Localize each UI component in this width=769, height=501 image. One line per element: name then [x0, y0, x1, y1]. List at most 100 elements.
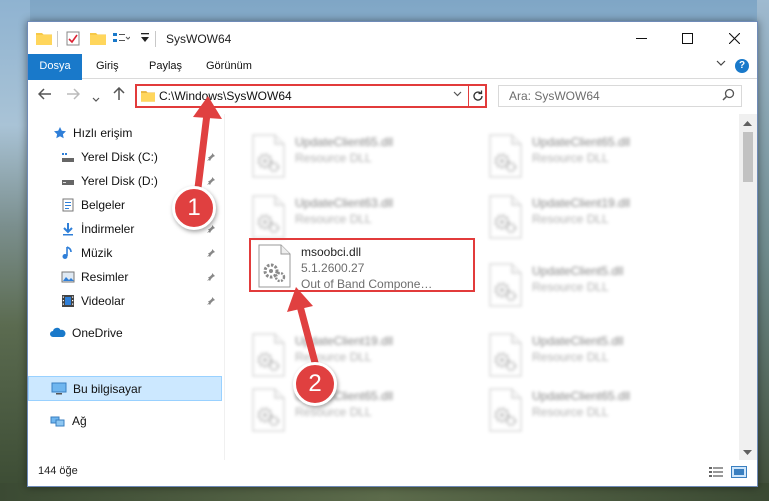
close-icon: [728, 32, 740, 44]
file-item[interactable]: UpdateClient19.dll Resource DLL: [245, 329, 471, 383]
expand-ribbon-icon[interactable]: [716, 58, 726, 71]
recent-locations-button[interactable]: [92, 91, 100, 108]
nav-label: Ağ: [72, 414, 87, 428]
view-options-icon[interactable]: [112, 31, 131, 48]
nav-label: Resimler: [81, 270, 129, 284]
nav-label: Bu bilgisayar: [73, 382, 142, 396]
up-button[interactable]: [112, 86, 126, 105]
dll-file-icon: [488, 388, 522, 432]
help-button[interactable]: ?: [735, 59, 749, 73]
scroll-down-icon[interactable]: [743, 448, 752, 458]
file-description: Resource DLL: [532, 405, 609, 419]
pin-icon[interactable]: [206, 175, 216, 185]
file-name: UpdateClient65.dll: [295, 135, 394, 149]
nav-label: İndirmeler: [81, 222, 135, 236]
navigation-pane: Hızlı erişim Yerel Disk (C:) Yerel Disk …: [28, 114, 224, 460]
refresh-icon: [473, 90, 483, 101]
file-item[interactable]: UpdateClient5.dll Resource DLL: [482, 259, 708, 313]
file-item[interactable]: UpdateClient5.dll Resource DLL: [482, 329, 708, 383]
forward-arrow-icon: [67, 88, 81, 100]
desktop-background-left: [0, 0, 30, 501]
nav-label: Müzik: [81, 246, 113, 260]
dll-file-icon: [488, 263, 522, 307]
drive-icon: [61, 174, 75, 188]
file-name: UpdateClient19.dll: [532, 196, 631, 210]
dll-file-icon: [251, 333, 285, 377]
scrollbar-thumb[interactable]: [743, 132, 753, 182]
folder-icon[interactable]: [36, 31, 52, 48]
forward-button[interactable]: [66, 87, 81, 105]
navigation-bar: C:\Windows\SysWOW64 Ara: SysWOW64: [28, 80, 757, 114]
tab-share[interactable]: Paylaş: [139, 54, 192, 78]
tab-home[interactable]: Giriş: [86, 54, 129, 78]
nav-item-local-disk-c[interactable]: Yerel Disk (C:): [28, 145, 222, 169]
ribbon-tabs: Dosya Giriş Paylaş Görünüm ?: [28, 54, 757, 108]
file-list: UpdateClient65.dll Resource DLL UpdateClie…: [225, 114, 739, 460]
scroll-up-icon[interactable]: [743, 118, 752, 128]
nav-label: Yerel Disk (C:): [81, 150, 158, 164]
new-folder-icon[interactable]: [90, 31, 106, 48]
pin-icon[interactable]: [206, 295, 216, 305]
folder-icon: [141, 89, 155, 105]
explorer-window: SysWOW64 Dosya Giriş Paylaş Görünüm ? C:…: [27, 21, 758, 487]
details-view-icon[interactable]: [709, 466, 723, 478]
nav-label: Hızlı erişim: [73, 126, 133, 140]
vertical-scrollbar[interactable]: [739, 114, 757, 460]
file-item[interactable]: UpdateClient65.dll Resource DLL: [245, 384, 471, 438]
file-name: msoobci.dll: [301, 245, 362, 259]
address-path: C:\Windows\SysWOW64: [159, 89, 292, 103]
search-placeholder: Ara: SysWOW64: [509, 89, 600, 103]
file-name: UpdateClient65.dll: [532, 389, 631, 403]
file-description: Out of Band Compone…: [301, 277, 433, 291]
computer-icon: [51, 382, 67, 396]
file-description: Resource DLL: [532, 151, 609, 165]
window-title: SysWOW64: [166, 32, 232, 46]
up-arrow-icon: [113, 86, 125, 100]
pin-icon[interactable]: [206, 151, 216, 161]
dll-file-icon: [488, 134, 522, 178]
properties-icon[interactable]: [66, 31, 80, 49]
large-icons-view-icon[interactable]: [731, 466, 747, 478]
file-description: Resource DLL: [532, 350, 609, 364]
file-item[interactable]: UpdateClient65.dll Resource DLL: [245, 130, 471, 184]
tab-view[interactable]: Görünüm: [196, 54, 262, 78]
chevron-down-icon: [92, 97, 100, 102]
back-button[interactable]: [37, 87, 52, 105]
file-item-selected[interactable]: msoobci.dll 5.1.2600.27 Out of Band Compon…: [249, 238, 475, 292]
nav-item-network[interactable]: Ağ: [28, 409, 222, 433]
nav-item-videos[interactable]: Videolar: [28, 289, 222, 313]
dll-file-icon: [488, 333, 522, 377]
maximize-icon: [681, 32, 693, 44]
nav-item-music[interactable]: Müzik: [28, 241, 222, 265]
file-item[interactable]: UpdateClient65.dll Resource DLL: [482, 384, 708, 438]
address-bar[interactable]: C:\Windows\SysWOW64: [135, 84, 487, 108]
search-box[interactable]: Ara: SysWOW64: [498, 85, 742, 107]
file-item[interactable]: UpdateClient63.dll Resource DLL: [245, 191, 471, 245]
nav-item-onedrive[interactable]: OneDrive: [28, 321, 222, 345]
nav-label: Yerel Disk (D:): [81, 174, 158, 188]
nav-item-pictures[interactable]: Resimler: [28, 265, 222, 289]
download-arrow-icon: [61, 222, 75, 236]
file-item[interactable]: UpdateClient65.dll Resource DLL: [482, 130, 708, 184]
minimize-button[interactable]: [618, 22, 664, 54]
callout-badge-1: 1: [172, 186, 216, 230]
file-description: Resource DLL: [295, 350, 372, 364]
refresh-button[interactable]: [468, 84, 487, 108]
network-icon: [50, 414, 65, 428]
back-arrow-icon: [37, 88, 51, 100]
close-button[interactable]: [711, 22, 757, 54]
address-dropdown-icon[interactable]: [453, 89, 462, 101]
search-icon[interactable]: [722, 88, 735, 104]
file-description: Resource DLL: [295, 151, 372, 165]
picture-icon: [61, 270, 75, 284]
file-description: Resource DLL: [532, 280, 609, 294]
file-item[interactable]: UpdateClient19.dll Resource DLL: [482, 191, 708, 245]
dll-file-icon: [251, 388, 285, 432]
customize-toolbar-icon[interactable]: [140, 32, 150, 47]
dll-file-icon: [251, 134, 285, 178]
pin-icon[interactable]: [206, 247, 216, 257]
nav-item-quick-access[interactable]: Hızlı erişim: [28, 121, 222, 145]
nav-item-this-pc[interactable]: Bu bilgisayar: [28, 376, 222, 401]
maximize-button[interactable]: [664, 22, 710, 54]
pin-icon[interactable]: [206, 271, 216, 281]
